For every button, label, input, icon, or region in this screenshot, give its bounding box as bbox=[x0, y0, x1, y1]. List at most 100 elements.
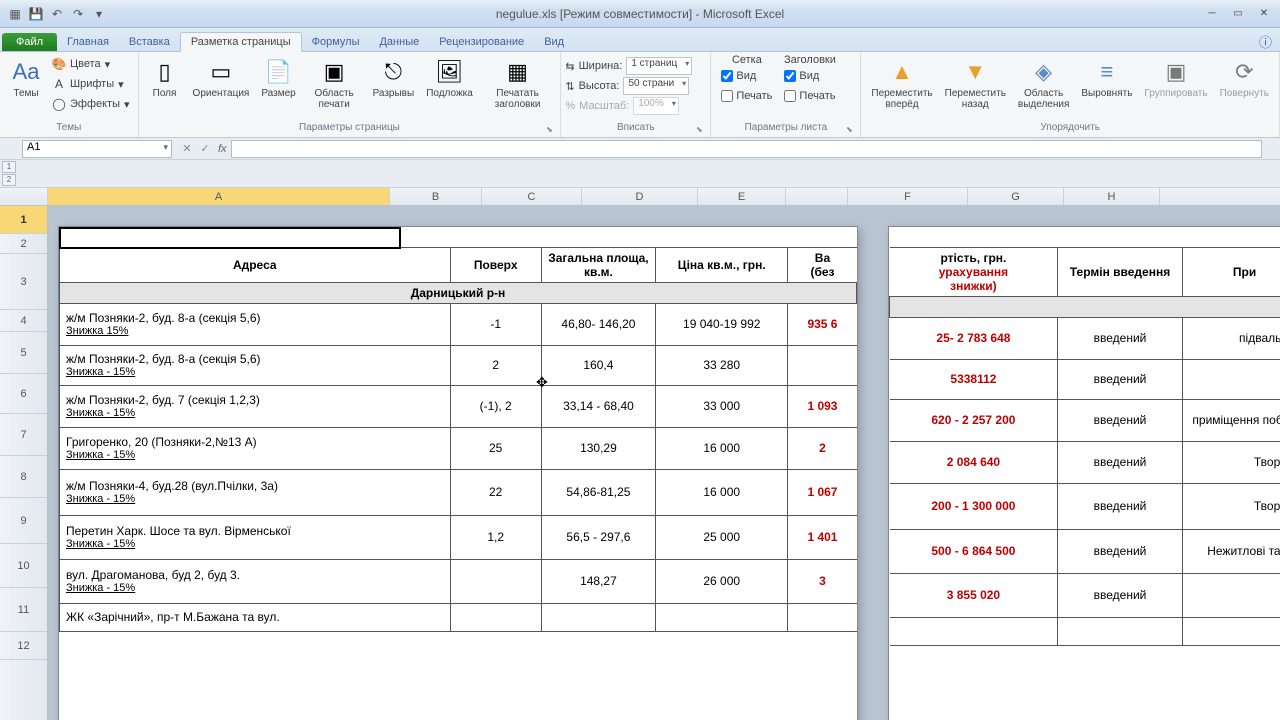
formula-input[interactable] bbox=[231, 140, 1262, 158]
tab-home[interactable]: Главная bbox=[57, 33, 119, 51]
selection-pane-button[interactable]: ◈Область выделения bbox=[1012, 54, 1075, 112]
col-header-D[interactable]: D bbox=[582, 188, 698, 205]
tab-insert[interactable]: Вставка bbox=[119, 33, 180, 51]
row-header-12[interactable]: 12 bbox=[0, 632, 47, 660]
row-header-11[interactable]: 11 bbox=[0, 588, 47, 632]
col-header-G[interactable]: G bbox=[968, 188, 1064, 205]
col-header-F[interactable]: F bbox=[848, 188, 968, 205]
themes-icon: Aa bbox=[10, 56, 42, 88]
fx-icon[interactable]: fx bbox=[214, 143, 231, 155]
row-header-3[interactable]: 3 bbox=[0, 254, 47, 310]
help-button[interactable]: ⓘ bbox=[1251, 32, 1280, 51]
col-header-H[interactable]: H bbox=[1064, 188, 1160, 205]
column-headers: ABCDE FGH bbox=[0, 188, 1280, 206]
headings-view-check[interactable] bbox=[784, 70, 796, 82]
fonts-button[interactable]: AШрифты ▾ bbox=[48, 74, 134, 94]
table-row[interactable]: 500 - 6 864 500введенийНежитлові та оф bbox=[890, 529, 1280, 573]
undo-button[interactable]: ↶ bbox=[48, 5, 66, 23]
colors-button[interactable]: 🎨Цвета ▾ bbox=[48, 54, 134, 74]
background-button[interactable]: 🖼Подложка bbox=[420, 54, 479, 101]
table-row[interactable]: ж/м Позняки-2, буд. 8-а (секція 5,6)Зниж… bbox=[60, 303, 857, 345]
excel-icon[interactable]: ▦ bbox=[6, 5, 24, 23]
rotate-button[interactable]: ⟳Повернуть bbox=[1214, 54, 1275, 101]
row-header-9[interactable]: 9 bbox=[0, 498, 47, 544]
save-button[interactable]: 💾 bbox=[27, 5, 45, 23]
table-row[interactable]: Перетин Харк. Шосе та вул. ВірменськоїЗн… bbox=[60, 515, 857, 559]
effects-button[interactable]: ◯Эффекты ▾ bbox=[48, 94, 134, 114]
qat-customize[interactable]: ▾ bbox=[90, 5, 108, 23]
tab-data[interactable]: Данные bbox=[369, 33, 429, 51]
outline-level-2[interactable]: 2 bbox=[2, 174, 16, 186]
table-row[interactable]: ж/м Позняки-4, буд.28 (вул.Пчілки, 3а)Зн… bbox=[60, 469, 857, 515]
table-row[interactable]: 200 - 1 300 000введенийТворчі м bbox=[890, 483, 1280, 529]
table-row[interactable]: Григоренко, 20 (Позняки-2,№13 А)Знижка -… bbox=[60, 427, 857, 469]
orientation-button[interactable]: ▭Ориентация bbox=[187, 54, 256, 101]
forward-icon: ▲ bbox=[886, 56, 918, 88]
gridlines-print-check[interactable] bbox=[721, 90, 733, 102]
tab-page-layout[interactable]: Разметка страницы bbox=[180, 32, 302, 52]
th-price: Ціна кв.м., грн. bbox=[656, 247, 788, 282]
send-backward-button[interactable]: ▼Переместить назад bbox=[939, 54, 1012, 112]
outline-level-1[interactable]: 1 bbox=[2, 161, 16, 173]
align-button[interactable]: ≡Выровнять bbox=[1075, 54, 1138, 101]
row-header-6[interactable]: 6 bbox=[0, 374, 47, 414]
table-row[interactable]: 2 084 640введенийТворчі м bbox=[890, 441, 1280, 483]
group-themes: Aa Темы 🎨Цвета ▾ AШрифты ▾ ◯Эффекты ▾ Те… bbox=[0, 52, 139, 137]
size-button[interactable]: 📄Размер bbox=[255, 54, 301, 101]
select-all-corner[interactable] bbox=[0, 188, 48, 205]
group-button[interactable]: ▣Группировать bbox=[1138, 54, 1213, 101]
cancel-formula: ✕ bbox=[178, 142, 196, 155]
row-header-1[interactable]: 1 bbox=[0, 206, 47, 234]
col-header-A[interactable]: A bbox=[48, 188, 390, 205]
table-row[interactable]: 3 855 020введенийОф bbox=[890, 573, 1280, 617]
print-area-button[interactable]: ▣Область печати bbox=[302, 54, 367, 112]
print-titles-icon: ▦ bbox=[502, 56, 534, 88]
close-button[interactable]: ✕ bbox=[1252, 6, 1276, 22]
table-row[interactable]: ж/м Позняки-2, буд. 8-а (секція 5,6)Зниж… bbox=[60, 345, 857, 385]
tab-formulas[interactable]: Формулы bbox=[302, 33, 370, 51]
table-row[interactable]: 25- 2 783 648введенийпідвальні п bbox=[890, 317, 1280, 359]
sheet-options-launcher[interactable]: ⬊ bbox=[844, 123, 854, 133]
scale-launcher[interactable]: ⬊ bbox=[694, 123, 704, 133]
row-header-2[interactable]: 2 bbox=[0, 234, 47, 254]
print-area-icon: ▣ bbox=[318, 56, 350, 88]
backward-icon: ▼ bbox=[959, 56, 991, 88]
sheet-area: ABCDEFGH 123456789101112 Адреса Поверх З… bbox=[0, 188, 1280, 720]
table-row[interactable] bbox=[890, 617, 1280, 645]
col-header-E[interactable]: E bbox=[698, 188, 786, 205]
table-row[interactable]: 620 - 2 257 200введенийприміщення побуто bbox=[890, 399, 1280, 441]
themes-button[interactable]: Aa Темы bbox=[4, 54, 48, 101]
th-floor: Поверх bbox=[450, 247, 541, 282]
row-header-8[interactable]: 8 bbox=[0, 456, 47, 498]
height-combo[interactable]: 50 страни bbox=[623, 77, 689, 95]
table-row[interactable]: ЖК «Зарічний», пр-т М.Бажана та вул. bbox=[60, 603, 857, 631]
tab-review[interactable]: Рецензирование bbox=[429, 33, 534, 51]
minimize-button[interactable]: ─ bbox=[1200, 6, 1224, 22]
table-row[interactable]: вул. Драгоманова, буд 2, буд 3.Знижка - … bbox=[60, 559, 857, 603]
maximize-button[interactable]: ▭ bbox=[1226, 6, 1250, 22]
table-row[interactable]: 5338112введений bbox=[890, 359, 1280, 399]
margins-button[interactable]: ▯Поля bbox=[143, 54, 187, 101]
name-box[interactable]: A1 bbox=[22, 140, 172, 158]
table-row[interactable]: ж/м Позняки-2, буд. 7 (секція 1,2,3)Зниж… bbox=[60, 385, 857, 427]
row-header-4[interactable]: 4 bbox=[0, 310, 47, 332]
headings-print-check[interactable] bbox=[784, 90, 796, 102]
row-header-7[interactable]: 7 bbox=[0, 414, 47, 456]
breaks-button[interactable]: ⎋Разрывы bbox=[367, 54, 421, 101]
tab-view[interactable]: Вид bbox=[534, 33, 574, 51]
page-setup-launcher[interactable]: ⬊ bbox=[544, 123, 554, 133]
col-header-B[interactable]: B bbox=[390, 188, 482, 205]
gridlines-view-check[interactable] bbox=[721, 70, 733, 82]
outline-row: 1 2 bbox=[0, 160, 1280, 188]
headings-label: Заголовки bbox=[782, 54, 837, 66]
row-header-5[interactable]: 5 bbox=[0, 332, 47, 374]
col-header-C[interactable]: C bbox=[482, 188, 582, 205]
width-combo[interactable]: 1 страниц bbox=[626, 57, 692, 75]
colors-icon: 🎨 bbox=[52, 57, 66, 71]
bring-forward-button[interactable]: ▲Переместить вперёд bbox=[865, 54, 938, 112]
redo-button[interactable]: ↷ bbox=[69, 5, 87, 23]
tab-file[interactable]: Файл bbox=[2, 33, 57, 51]
grid[interactable]: Адреса Поверх Загальна площа, кв.м. Ціна… bbox=[48, 206, 1280, 720]
print-titles-button[interactable]: ▦Печатать заголовки bbox=[479, 54, 557, 112]
row-header-10[interactable]: 10 bbox=[0, 544, 47, 588]
